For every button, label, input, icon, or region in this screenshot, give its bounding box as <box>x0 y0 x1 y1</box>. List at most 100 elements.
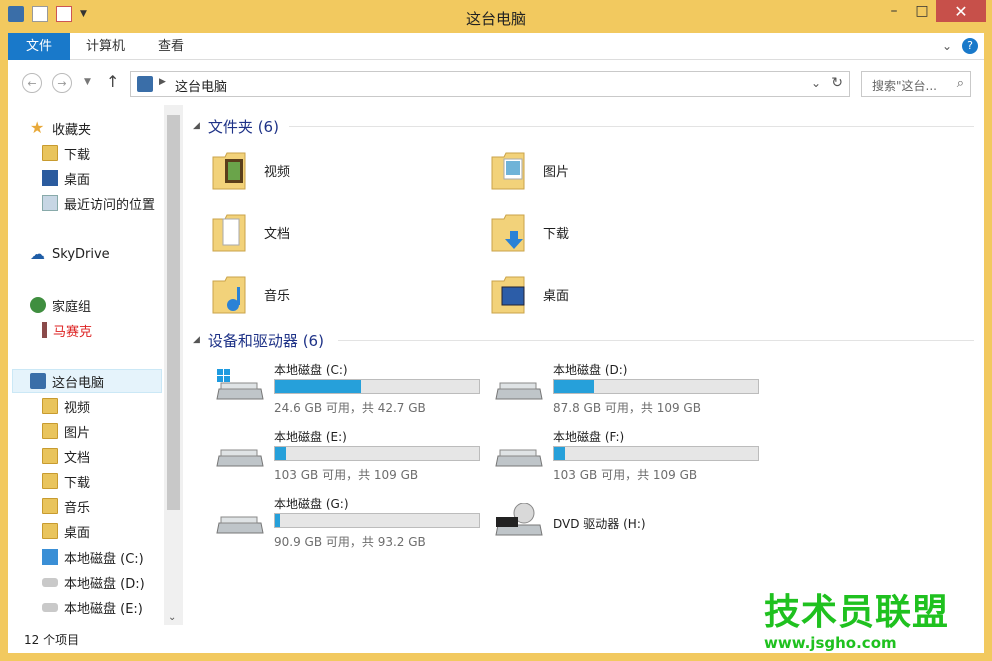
nav-thispc-videos[interactable]: 视频 <box>42 395 90 417</box>
nav-homegroup-user[interactable]: 马赛克 <box>42 319 92 341</box>
nav-thispc-pictures[interactable]: 图片 <box>42 420 90 442</box>
drive-size: 103 GB 可用，共 109 GB <box>553 468 698 482</box>
homegroup-icon <box>30 297 46 313</box>
dvd-drive-icon <box>495 503 543 536</box>
folder-tile-music[interactable]: 音乐 <box>193 267 463 323</box>
window-title: 这台电脑 <box>465 10 526 28</box>
drive-usage-bar <box>274 379 480 394</box>
nav-label: 下载 <box>64 475 91 491</box>
drive-tile-f[interactable]: 本地磁盘 (F:) 103 GB 可用，共 109 GB <box>482 428 759 484</box>
drive-label: DVD 驱动器 (H:) <box>553 517 646 531</box>
nav-thispc-downloads[interactable]: 下载 <box>42 470 90 492</box>
nav-homegroup[interactable]: 家庭组 <box>30 294 91 316</box>
nav-drive-c[interactable]: 本地磁盘 (C:) <box>42 546 144 568</box>
tab-view[interactable]: 查看 <box>158 33 184 60</box>
nav-label: 视频 <box>64 400 91 416</box>
search-input[interactable]: 搜索"这台... ⌕ <box>861 71 971 97</box>
collapse-icon[interactable]: ◢ <box>193 335 200 345</box>
nav-this-pc[interactable]: 这台电脑 <box>30 370 104 392</box>
group-header-folders[interactable]: ◢ 文件夹 (6) <box>193 115 279 137</box>
drive-usage-bar <box>274 446 480 461</box>
group-header-drives[interactable]: ◢ 设备和驱动器 (6) <box>193 329 324 351</box>
nav-drive-e[interactable]: 本地磁盘 (E:) <box>42 596 143 618</box>
tile-label: 文档 <box>264 227 291 242</box>
ribbon: 文件 计算机 查看 ⌄ ? <box>8 33 984 60</box>
group-label: 设备和驱动器 (6) <box>207 331 324 350</box>
recent-places-icon <box>42 195 58 211</box>
cloud-icon: ☁ <box>30 245 45 263</box>
collapse-icon[interactable]: ◢ <box>193 121 200 131</box>
nav-thispc-documents[interactable]: 文档 <box>42 445 90 467</box>
tile-label: 视频 <box>264 165 291 180</box>
nav-thispc-desktop[interactable]: 桌面 <box>42 520 90 542</box>
folder-tile-videos[interactable]: 视频 <box>193 143 463 199</box>
drive-usage-fill <box>275 514 281 527</box>
drive-usage-bar <box>553 446 759 461</box>
drive-tile-g[interactable]: 本地磁盘 (G:) 90.9 GB 可用，共 93.2 GB <box>203 495 480 551</box>
nav-label: 家庭组 <box>52 299 92 315</box>
drive-tile-d[interactable]: 本地磁盘 (D:) 87.8 GB 可用，共 109 GB <box>482 361 759 417</box>
folder-tile-desktop[interactable]: 桌面 <box>472 267 742 323</box>
user-icon <box>42 322 47 338</box>
nav-scrollbar-thumb[interactable] <box>167 115 180 510</box>
tab-computer[interactable]: 计算机 <box>86 33 125 60</box>
hard-drive-icon <box>42 602 58 612</box>
music-folder-icon <box>42 498 58 514</box>
address-bar[interactable]: ▶ 这台电脑 ⌄ ↻ <box>130 71 850 97</box>
desktop-folder-icon <box>42 523 58 539</box>
maximize-button[interactable]: □ <box>908 0 936 22</box>
folder-tile-pictures[interactable]: 图片 <box>472 143 742 199</box>
downloads-folder-icon <box>42 145 58 161</box>
nav-label: 桌面 <box>64 525 91 541</box>
drive-tile-e[interactable]: 本地磁盘 (E:) 103 GB 可用，共 109 GB <box>203 428 480 484</box>
item-count: 12 个项目 <box>24 633 80 647</box>
search-placeholder: 搜索"这台... <box>872 79 937 93</box>
help-icon[interactable]: ? <box>962 38 978 54</box>
close-button[interactable]: ✕ <box>936 0 986 22</box>
scroll-down-icon[interactable]: ⌄ <box>168 612 176 623</box>
minimize-button[interactable]: – <box>880 0 908 22</box>
folder-tile-documents[interactable]: 文档 <box>193 205 463 261</box>
window-controls: – □ ✕ <box>880 0 986 22</box>
breadcrumb-chevron-icon[interactable]: ▶ <box>159 77 166 87</box>
nav-favorites-desktop[interactable]: 桌面 <box>42 167 90 189</box>
forward-button[interactable]: → <box>52 73 72 93</box>
recent-locations-icon[interactable]: ▼ <box>84 77 91 87</box>
nav-thispc-music[interactable]: 音乐 <box>42 495 90 517</box>
drive-label: 本地磁盘 (E:) <box>274 430 347 444</box>
video-folder-icon <box>212 152 246 190</box>
group-divider <box>338 340 974 341</box>
nav-label: 桌面 <box>64 172 91 188</box>
drive-tile-c[interactable]: 本地磁盘 (C:) 24.6 GB 可用，共 42.7 GB <box>203 361 480 417</box>
breadcrumb-this-pc[interactable]: 这台电脑 <box>175 76 227 95</box>
hard-drive-icon <box>42 577 58 587</box>
nav-scrollbar[interactable]: ⌄ <box>164 105 183 625</box>
expand-ribbon-icon[interactable]: ⌄ <box>942 39 952 53</box>
refresh-icon[interactable]: ↻ <box>831 75 843 91</box>
nav-label: 本地磁盘 (E:) <box>64 601 143 617</box>
explorer-body: ★ 收藏夹 下载 桌面 最近访问的位置 ☁ SkyDrive 家庭组 马赛克 这台电… <box>8 105 984 625</box>
search-icon[interactable]: ⌕ <box>957 76 964 91</box>
nav-skydrive[interactable]: ☁ SkyDrive <box>30 243 110 265</box>
address-dropdown-icon[interactable]: ⌄ <box>811 76 821 90</box>
tab-file[interactable]: 文件 <box>8 33 70 60</box>
nav-label: 最近访问的位置 <box>64 197 156 213</box>
nav-label: SkyDrive <box>52 246 110 262</box>
nav-favorites[interactable]: ★ 收藏夹 <box>30 117 91 139</box>
nav-favorites-downloads[interactable]: 下载 <box>42 142 90 164</box>
hard-drive-icon <box>495 449 543 467</box>
drive-usage-fill <box>554 447 566 460</box>
watermark-brand: 技术员联盟 <box>764 592 950 633</box>
drive-label: 本地磁盘 (G:) <box>274 497 349 511</box>
folder-tile-downloads[interactable]: 下载 <box>472 205 742 261</box>
up-button[interactable]: ↑ <box>106 72 119 91</box>
back-button[interactable]: ← <box>22 73 42 93</box>
nav-drive-d[interactable]: 本地磁盘 (D:) <box>42 571 145 593</box>
computer-icon <box>137 76 153 92</box>
video-folder-icon <box>42 398 58 414</box>
drive-tile-h[interactable]: DVD 驱动器 (H:) <box>482 495 752 551</box>
nav-label: 文档 <box>64 450 91 466</box>
nav-favorites-recent[interactable]: 最近访问的位置 <box>42 192 155 214</box>
system-drive-icon <box>42 549 58 565</box>
nav-label: 收藏夹 <box>52 122 92 138</box>
